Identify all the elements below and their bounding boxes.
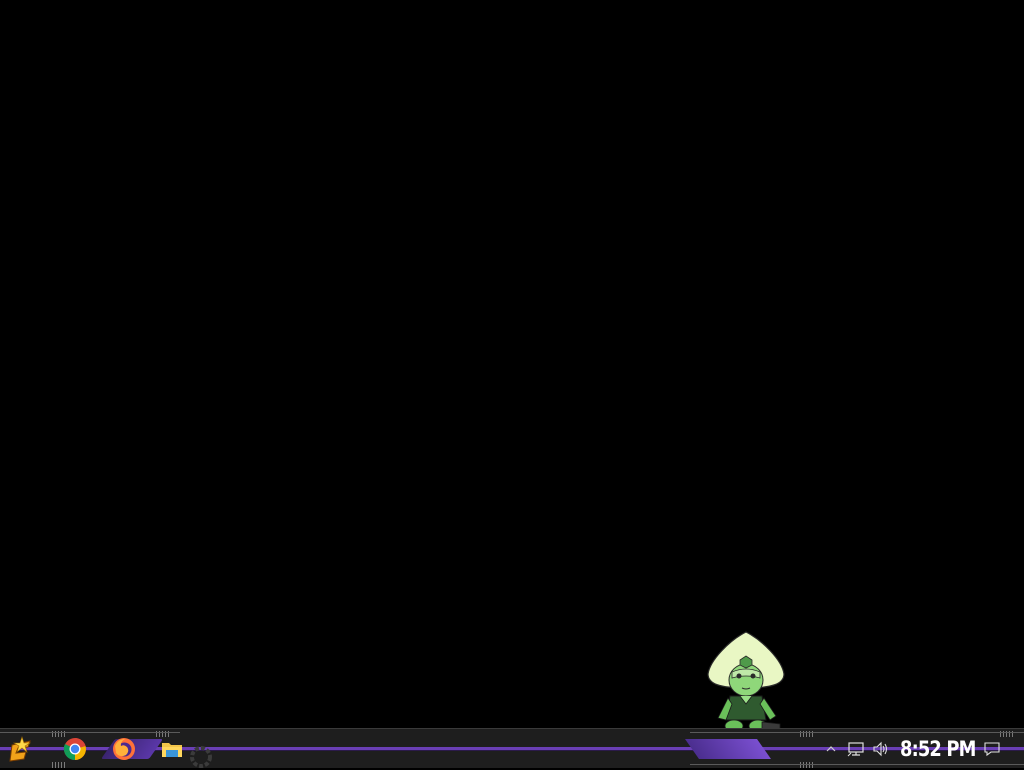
firefox-icon [113,738,135,760]
network-icon [847,742,864,757]
chrome-taskbar-button[interactable] [61,735,89,763]
file-explorer-taskbar-button[interactable] [158,735,186,763]
action-center-button[interactable] [980,737,1004,761]
taskbar-decoration-bar [684,739,772,759]
taskbar-edge-line [0,732,180,733]
firefox-taskbar-button[interactable] [110,735,138,763]
volume-icon [873,741,888,757]
desktop: 8:52 PM [0,0,1024,768]
volume-tray-button[interactable] [870,737,892,761]
grip-decoration [800,762,814,768]
loading-ring-icon [190,746,212,768]
taskbar-edge-line [690,732,1024,733]
chrome-icon [63,738,86,761]
network-tray-button[interactable] [846,737,866,761]
loading-ring-button[interactable] [187,745,215,769]
start-logo-icon [9,736,32,762]
green-gem-character-icon [707,631,785,733]
start-button[interactable] [8,735,36,763]
chevron-up-icon [826,746,836,752]
taskbar-edge-line [690,764,1024,765]
action-center-icon [984,742,1000,757]
file-explorer-icon [162,743,182,757]
taskbar: 8:52 PM [0,728,1024,768]
tray-overflow-button[interactable] [824,737,838,761]
taskbar-clock[interactable]: 8:52 PM [900,734,976,764]
